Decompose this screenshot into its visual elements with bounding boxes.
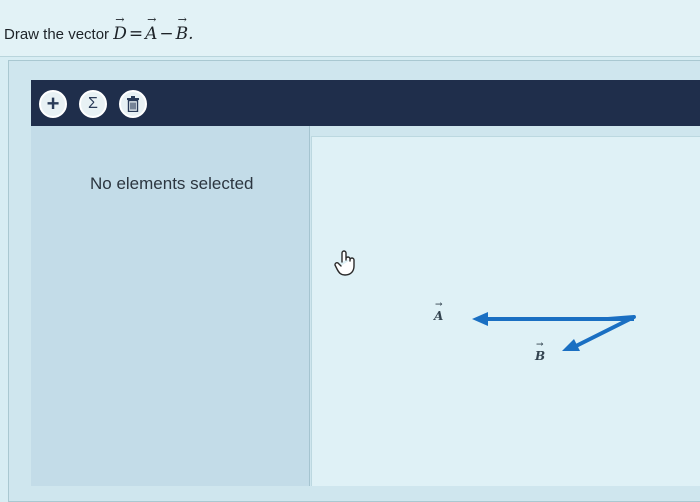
- add-button[interactable]: +: [39, 90, 67, 118]
- toolbar: + Σ: [31, 80, 700, 126]
- no-selection-message: No elements selected: [90, 174, 254, 193]
- question-header: Draw the vector D=A−B.: [0, 0, 700, 57]
- question-text: Draw the vector D=A−B.: [4, 13, 194, 44]
- vector-d-symbol: D: [113, 13, 127, 44]
- plus-icon: +: [46, 91, 60, 116]
- vector-a-symbol: A: [145, 13, 157, 44]
- sigma-icon: Σ: [88, 95, 98, 112]
- sum-button[interactable]: Σ: [79, 90, 107, 118]
- equation-period: .: [188, 24, 194, 44]
- trash-icon: [127, 96, 139, 112]
- drawing-canvas[interactable]: → A → B: [311, 136, 700, 486]
- properties-panel: No elements selected: [31, 126, 310, 486]
- minus-sign: −: [159, 24, 174, 44]
- vector-drawing: [472, 312, 636, 351]
- equation: D=A−B.: [113, 13, 194, 44]
- delete-button[interactable]: [119, 90, 147, 118]
- vector-b-symbol: B: [176, 13, 189, 44]
- vector-b-arrow[interactable]: [562, 315, 636, 351]
- question-prefix: Draw the vector: [4, 26, 110, 43]
- equals-sign: =: [128, 24, 144, 44]
